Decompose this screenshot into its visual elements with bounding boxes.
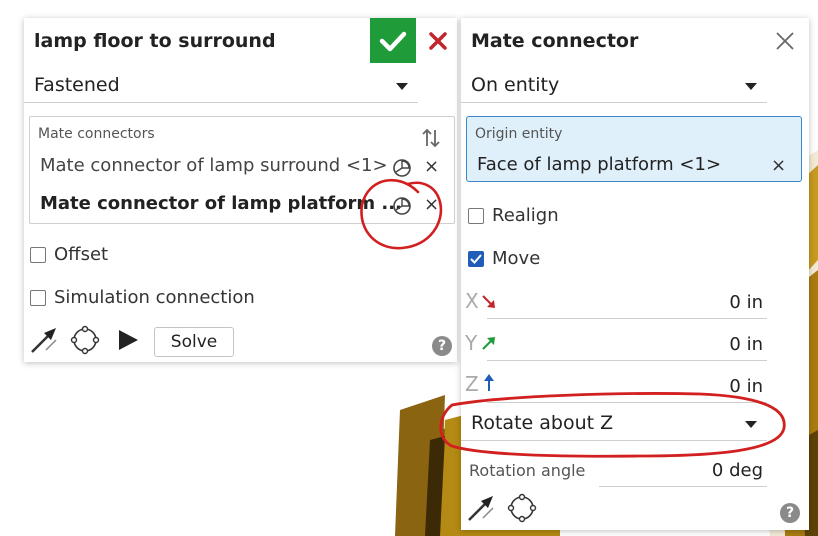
z-offset-field[interactable]: 0 in xyxy=(487,374,767,403)
checkmark-icon xyxy=(379,31,407,51)
rotation-angle-label: Rotation angle xyxy=(469,461,586,480)
rotate-cycle-icon[interactable] xyxy=(68,324,102,356)
flip-axis-icon[interactable] xyxy=(392,158,412,178)
z-offset-value: 0 in xyxy=(729,376,763,397)
pointer-arrow-icon[interactable] xyxy=(28,324,60,356)
move-checkbox-row[interactable]: Move xyxy=(468,248,540,269)
help-icon[interactable]: ? xyxy=(780,503,800,523)
flip-axis-icon[interactable] xyxy=(392,196,412,216)
mate-connectors-heading: Mate connectors xyxy=(38,126,155,142)
mate-type-value: Fastened xyxy=(34,74,120,96)
mate-connector-dialog: Mate connector On entity Origin entity F… xyxy=(461,18,809,530)
help-icon[interactable]: ? xyxy=(432,336,452,356)
move-label: Move xyxy=(492,248,541,269)
pointer-arrow-icon[interactable] xyxy=(465,492,497,524)
offset-label: Offset xyxy=(54,244,109,265)
x-axis-label: X xyxy=(465,289,479,313)
mate-type-select[interactable]: Fastened xyxy=(24,70,418,103)
simulation-connection-checkbox[interactable] xyxy=(30,289,46,306)
origin-entity-value: Face of lamp platform <1> xyxy=(477,154,722,175)
feature-name-field[interactable]: lamp floor to surround xyxy=(34,30,276,52)
chevron-down-icon xyxy=(745,421,757,428)
close-x-icon xyxy=(429,31,447,50)
simulation-connection-label: Simulation connection xyxy=(54,287,255,308)
x-offset-field[interactable]: 0 in xyxy=(487,290,767,319)
clear-origin-entity-button[interactable]: × xyxy=(771,155,786,176)
chevron-down-icon xyxy=(745,83,757,90)
close-icon[interactable] xyxy=(775,31,795,51)
x-offset-value: 0 in xyxy=(729,292,763,313)
remove-connector-surround-button[interactable]: × xyxy=(424,156,439,177)
rotation-angle-field[interactable]: 0 deg xyxy=(599,458,767,487)
remove-connector-platform-button[interactable]: × xyxy=(424,194,439,215)
cancel-button[interactable] xyxy=(422,18,454,63)
z-axis-label: Z xyxy=(465,372,479,396)
rotate-cycle-icon[interactable] xyxy=(505,492,539,524)
check-icon xyxy=(470,253,482,264)
mate-connector-item-platform[interactable]: Mate connector of lamp platform ... xyxy=(40,193,402,214)
y-axis-label: Y xyxy=(465,331,478,355)
origin-entity-field[interactable]: Origin entity Face of lamp platform <1> … xyxy=(466,116,802,182)
offset-checkbox-row[interactable]: Offset xyxy=(30,244,108,265)
placement-select[interactable]: On entity xyxy=(461,70,767,103)
solve-button[interactable]: Solve xyxy=(154,327,234,357)
rotation-type-select[interactable]: Rotate about Z xyxy=(461,408,767,441)
mate-feature-dialog: lamp floor to surround Fastened Mate con… xyxy=(24,18,457,362)
origin-entity-heading: Origin entity xyxy=(475,126,563,142)
swap-order-icon[interactable] xyxy=(420,127,442,149)
chevron-down-icon xyxy=(396,83,408,90)
mate-connector-title: Mate connector xyxy=(471,30,639,52)
y-offset-value: 0 in xyxy=(729,334,763,355)
accept-button[interactable] xyxy=(370,18,416,63)
mate-connector-item-surround[interactable]: Mate connector of lamp surround <1> xyxy=(40,155,388,176)
rotation-angle-value: 0 deg xyxy=(711,460,763,481)
realign-checkbox[interactable] xyxy=(468,207,484,224)
mate-connectors-list: Mate connectors Mate connector of lamp s… xyxy=(29,116,455,224)
y-offset-field[interactable]: 0 in xyxy=(487,332,767,361)
rotation-type-value: Rotate about Z xyxy=(471,412,614,434)
simulation-checkbox-row[interactable]: Simulation connection xyxy=(30,287,255,308)
offset-checkbox[interactable] xyxy=(30,246,46,263)
move-checkbox[interactable] xyxy=(468,250,484,267)
realign-label: Realign xyxy=(492,205,559,226)
placement-value: On entity xyxy=(471,74,560,96)
play-icon[interactable] xyxy=(116,328,140,352)
realign-checkbox-row[interactable]: Realign xyxy=(468,205,559,226)
